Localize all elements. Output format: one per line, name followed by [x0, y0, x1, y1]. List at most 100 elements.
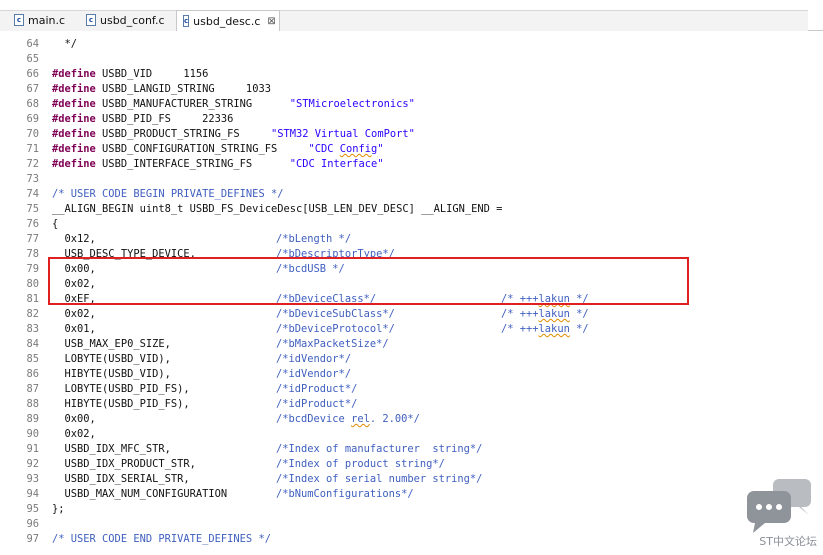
code-line: 92 USBD_IDX_PRODUCT_STR, /*Index of produ… — [0, 457, 823, 472]
author-comment: /* +++lakun */ — [501, 308, 589, 320]
code-line: 96 — [0, 517, 823, 532]
line-number: 88 — [26, 398, 39, 410]
code-tokens: USBD_MANUFACTURER_STRING — [95, 98, 290, 110]
preprocessor-keyword: #define — [52, 143, 96, 155]
code-text: LOBYTE(USBD_PID_FS), — [52, 382, 190, 397]
code-line: 75 __ALIGN_BEGIN uint8_t USBD_FS_DeviceDe… — [0, 202, 823, 217]
code-comment: /* USER CODE END PRIVATE_DEFINES */ — [52, 533, 271, 545]
inline-comment: /*idProduct*/ — [276, 383, 358, 395]
code-text: USBD_IDX_SERIAL_STR, — [52, 472, 190, 487]
tab-label: usbd_desc.c — [193, 14, 261, 28]
code-text: #define USBD_PRODUCT_STRING_FS "STM32 Vi… — [52, 127, 415, 142]
line-number: 78 — [26, 248, 39, 260]
code-line: 68 #define USBD_MANUFACTURER_STRING "STMi… — [0, 97, 823, 112]
line-number: 77 — [26, 233, 39, 245]
code-line: 95}; — [0, 502, 823, 517]
code-tokens: 0x02, — [52, 428, 96, 440]
line-number: 97 — [26, 533, 39, 545]
tab-main-c[interactable]: c main.c — [8, 10, 74, 30]
inline-comment: /*bLength */ — [276, 233, 352, 245]
line-number: 74 — [26, 188, 39, 200]
tab-usbd-desc-c[interactable]: c usbd_desc.c ⊠ — [176, 10, 280, 31]
editor-tab-bar: c main.c c usbd_conf.c c usbd_desc.c ⊠ — [0, 0, 823, 31]
code-line: 93 USBD_IDX_SERIAL_STR, /*Index of serial… — [0, 472, 823, 487]
code-line: 84 USB_MAX_EP0_SIZE, /*bMaxPacketSize*/ — [0, 337, 823, 352]
code-tokens: __ALIGN_BEGIN uint8_t USBD_FS_DeviceDesc… — [52, 203, 503, 215]
tab-usbd-conf-c[interactable]: c usbd_conf.c — [80, 10, 172, 30]
code-text: #define USBD_INTERFACE_STRING_FS "CDC In… — [52, 157, 384, 172]
line-number: 64 — [26, 38, 39, 50]
code-tokens: 0x02, — [52, 308, 96, 320]
code-tokens: USBD_IDX_PRODUCT_STR, — [52, 458, 196, 470]
code-line: 66 #define USBD_VID 1156 — [0, 67, 823, 82]
code-tokens: */ — [52, 38, 78, 50]
line-number: 76 — [26, 218, 39, 230]
preprocessor-keyword: #define — [52, 128, 96, 140]
line-number: 75 — [26, 203, 39, 215]
inline-comment: /*Index of manufacturer string*/ — [276, 443, 483, 455]
code-line: 86 HIBYTE(USBD_VID), /*idVendor*/ — [0, 367, 823, 382]
code-line: 87 LOBYTE(USBD_PID_FS), /*idProduct*/ — [0, 382, 823, 397]
code-text: }; — [52, 502, 65, 517]
line-number: 69 — [26, 113, 39, 125]
code-text: #define USBD_MANUFACTURER_STRING "STMicr… — [52, 97, 415, 112]
code-line: 88 HIBYTE(USBD_PID_FS), /*idProduct*/ — [0, 397, 823, 412]
code-text: HIBYTE(USBD_PID_FS), — [52, 397, 190, 412]
line-number: 68 — [26, 98, 39, 110]
code-line: 65 — [0, 52, 823, 67]
code-line: 74 /* USER CODE BEGIN PRIVATE_DEFINES */ — [0, 187, 823, 202]
close-icon[interactable]: ⊠ — [267, 16, 275, 27]
inline-comment: /*bcdDevice rel. 2.00*/ — [276, 413, 420, 425]
line-number: 95 — [26, 503, 39, 515]
code-text: #define USBD_VID 1156 — [52, 67, 208, 82]
code-text: 0x01, — [52, 322, 96, 337]
line-number: 65 — [26, 53, 39, 65]
line-number: 93 — [26, 473, 39, 485]
code-tokens: USBD_LANGID_STRING 1033 — [95, 83, 271, 95]
line-number: 90 — [26, 428, 39, 440]
code-tokens: USBD_PID_FS 22336 — [95, 113, 234, 125]
code-tokens: USBD_IDX_MFC_STR, — [52, 443, 171, 455]
line-number: 86 — [26, 368, 39, 380]
code-text: #define USBD_PID_FS 22336 — [52, 112, 233, 127]
code-text: 0x02, — [52, 307, 96, 322]
c-file-icon: c — [86, 14, 96, 26]
inline-comment: /*Index of serial number string*/ — [276, 473, 483, 485]
inline-comment: /*bMaxPacketSize*/ — [276, 338, 389, 350]
inline-comment: /*idVendor*/ — [276, 353, 352, 365]
highlight-box — [48, 257, 689, 305]
line-number: 84 — [26, 338, 39, 350]
preprocessor-keyword: #define — [52, 83, 96, 95]
line-number: 96 — [26, 518, 39, 530]
line-number: 81 — [26, 293, 39, 305]
code-text: USBD_IDX_PRODUCT_STR, — [52, 457, 196, 472]
code-line: 94 USBD_MAX_NUM_CONFIGURATION /*bNumConfi… — [0, 487, 823, 502]
code-text: */ — [52, 37, 78, 52]
code-text: USBD_IDX_MFC_STR, — [52, 442, 171, 457]
code-tokens: LOBYTE(USBD_VID), — [52, 353, 171, 365]
code-text: HIBYTE(USBD_VID), — [52, 367, 171, 382]
code-text: #define USBD_CONFIGURATION_STRING_FS "CD… — [52, 142, 384, 157]
code-tokens: 0x00, — [52, 413, 96, 425]
line-number: 83 — [26, 323, 39, 335]
code-text: #define USBD_LANGID_STRING 1033 — [52, 82, 271, 97]
line-number: 67 — [26, 83, 39, 95]
code-line: 90 0x02, — [0, 427, 823, 442]
code-text: USBD_MAX_NUM_CONFIGURATION — [52, 487, 228, 502]
watermark-text: ST中文论坛 — [759, 535, 817, 548]
code-line: 73 — [0, 172, 823, 187]
line-number: 71 — [26, 143, 39, 155]
line-number: 79 — [26, 263, 39, 275]
code-tokens: USBD_IDX_SERIAL_STR, — [52, 473, 190, 485]
code-tokens: USBD_INTERFACE_STRING_FS — [95, 158, 290, 170]
code-tokens: USB_MAX_EP0_SIZE, — [52, 338, 171, 350]
line-number: 80 — [26, 278, 39, 290]
code-tokens: USBD_VID 1156 — [95, 68, 209, 80]
code-line: 85 LOBYTE(USBD_VID), /*idVendor*/ — [0, 352, 823, 367]
string-literal: "STMicroelectronics" — [289, 98, 415, 110]
code-tokens: 0x12, — [52, 233, 96, 245]
tab-label: usbd_conf.c — [100, 13, 165, 27]
preprocessor-keyword: #define — [52, 98, 96, 110]
line-number: 92 — [26, 458, 39, 470]
code-line: 83 0x01, /*bDeviceProtocol*/ /* +++lakun *… — [0, 322, 823, 337]
